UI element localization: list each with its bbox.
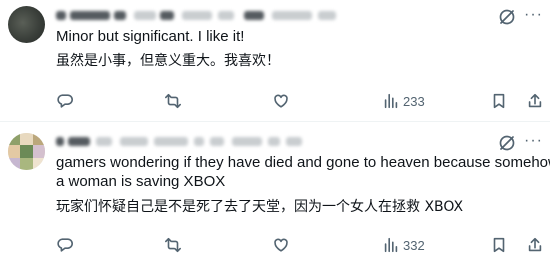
- bookmark-icon: [493, 93, 505, 109]
- like-button[interactable]: [272, 235, 290, 255]
- repost-icon: [164, 93, 182, 109]
- more-icon[interactable]: ···: [524, 7, 542, 24]
- post-text-chinese: 虽然是小事，但意义重大。我喜欢！: [56, 53, 280, 69]
- more-icon[interactable]: ···: [524, 133, 542, 150]
- bookmark-button[interactable]: [490, 235, 508, 255]
- post-text-english-line-1: gamers wondering if they have died and g…: [56, 154, 550, 171]
- reply-button[interactable]: [56, 235, 74, 255]
- like-icon: [274, 238, 288, 252]
- reply-button[interactable]: [56, 91, 74, 111]
- bookmark-icon: [493, 237, 505, 253]
- post-text-chinese: 玩家们怀疑自己是不是死了去了天堂，因为一个女人在拯救 XBOX: [56, 199, 464, 215]
- bookmark-button[interactable]: [490, 91, 508, 111]
- post-text-english: Minor but significant. I like it!: [56, 28, 245, 45]
- share-icon: [528, 237, 542, 252]
- repost-button[interactable]: [164, 91, 182, 111]
- share-icon: [528, 93, 542, 108]
- share-button[interactable]: [526, 235, 544, 255]
- avatar[interactable]: [8, 133, 45, 170]
- avatar[interactable]: [8, 6, 45, 43]
- repost-icon: [164, 237, 182, 253]
- repost-button[interactable]: [164, 235, 182, 255]
- like-button[interactable]: [272, 91, 290, 111]
- views-button[interactable]: 233: [382, 91, 425, 111]
- reply-icon: [57, 238, 73, 252]
- pixel-avatar-image: [8, 133, 45, 170]
- author-header-redacted: [54, 6, 474, 26]
- reply-icon: [57, 94, 73, 108]
- post-2[interactable]: ··· gamers wondering if they have died a…: [0, 122, 550, 263]
- views-count: 233: [403, 93, 425, 109]
- action-bar: 332: [56, 235, 542, 255]
- author-header-redacted: [54, 132, 474, 152]
- views-button[interactable]: 332: [382, 235, 425, 255]
- grok-icon[interactable]: [498, 134, 516, 152]
- grok-icon[interactable]: [498, 8, 516, 26]
- action-bar: 233: [56, 91, 542, 111]
- views-icon: [384, 237, 398, 253]
- share-button[interactable]: [526, 91, 544, 111]
- views-count: 332: [403, 237, 425, 253]
- post-1[interactable]: ··· Minor but significant. I like it! 虽然…: [0, 0, 550, 121]
- like-icon: [274, 94, 288, 108]
- post-text-english-line-2: a woman is saving XBOX: [56, 173, 226, 190]
- views-icon: [384, 93, 398, 109]
